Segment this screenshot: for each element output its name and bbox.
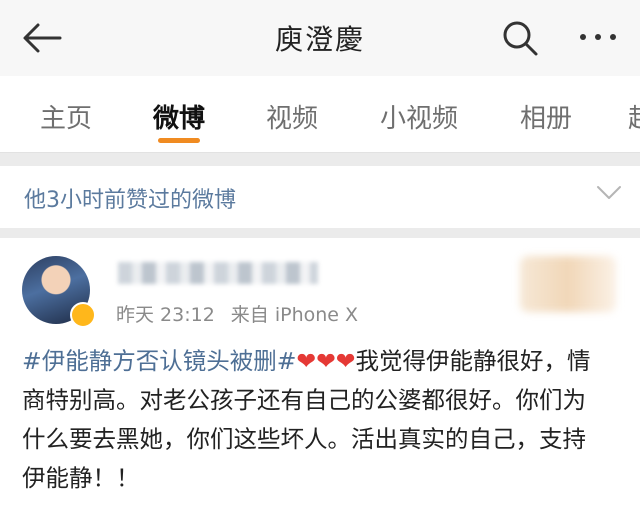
page-title: 庾澄慶 xyxy=(274,23,365,56)
active-tab-indicator xyxy=(158,138,200,143)
search-icon[interactable] xyxy=(500,18,540,58)
post-time: 昨天 23:12 xyxy=(116,304,215,326)
liked-posts-label: 他3小时前赞过的微博 xyxy=(24,188,236,213)
heart-emoji: ❤❤❤ xyxy=(296,347,356,375)
liked-posts-bar[interactable]: 他3小时前赞过的微博 xyxy=(0,166,640,228)
tab-weibo[interactable]: 微博 xyxy=(153,98,205,135)
more-options-icon[interactable] xyxy=(576,22,620,52)
tab-short-video[interactable]: 小视频 xyxy=(380,98,458,135)
tab-video[interactable]: 视频 xyxy=(266,98,318,135)
weibo-post: 昨天 23:12 来自 iPhone X #伊能静方否认镜头被删#❤❤❤我觉得伊能… xyxy=(0,238,640,509)
post-source: 来自 iPhone X xyxy=(230,304,359,326)
hashtag-link[interactable]: #伊能静方否认镜头被删# xyxy=(22,347,296,375)
chevron-down-icon[interactable] xyxy=(596,184,622,202)
tab-home[interactable]: 主页 xyxy=(40,98,92,135)
post-body: #伊能静方否认镜头被删#❤❤❤我觉得伊能静很好，情商特别高。对老公孩子还有自己的… xyxy=(22,342,608,498)
verified-badge-icon xyxy=(70,302,96,328)
tab-super-topic[interactable]: 超 xyxy=(628,98,640,135)
top-bar: 庾澄慶 xyxy=(0,0,640,76)
blurred-follow-button[interactable] xyxy=(520,256,616,312)
tab-album[interactable]: 相册 xyxy=(520,98,572,135)
post-meta: 昨天 23:12 来自 iPhone X xyxy=(116,300,358,327)
blurred-username[interactable] xyxy=(118,262,318,284)
profile-tabs: 主页 微博 视频 小视频 相册 超 xyxy=(0,76,640,153)
